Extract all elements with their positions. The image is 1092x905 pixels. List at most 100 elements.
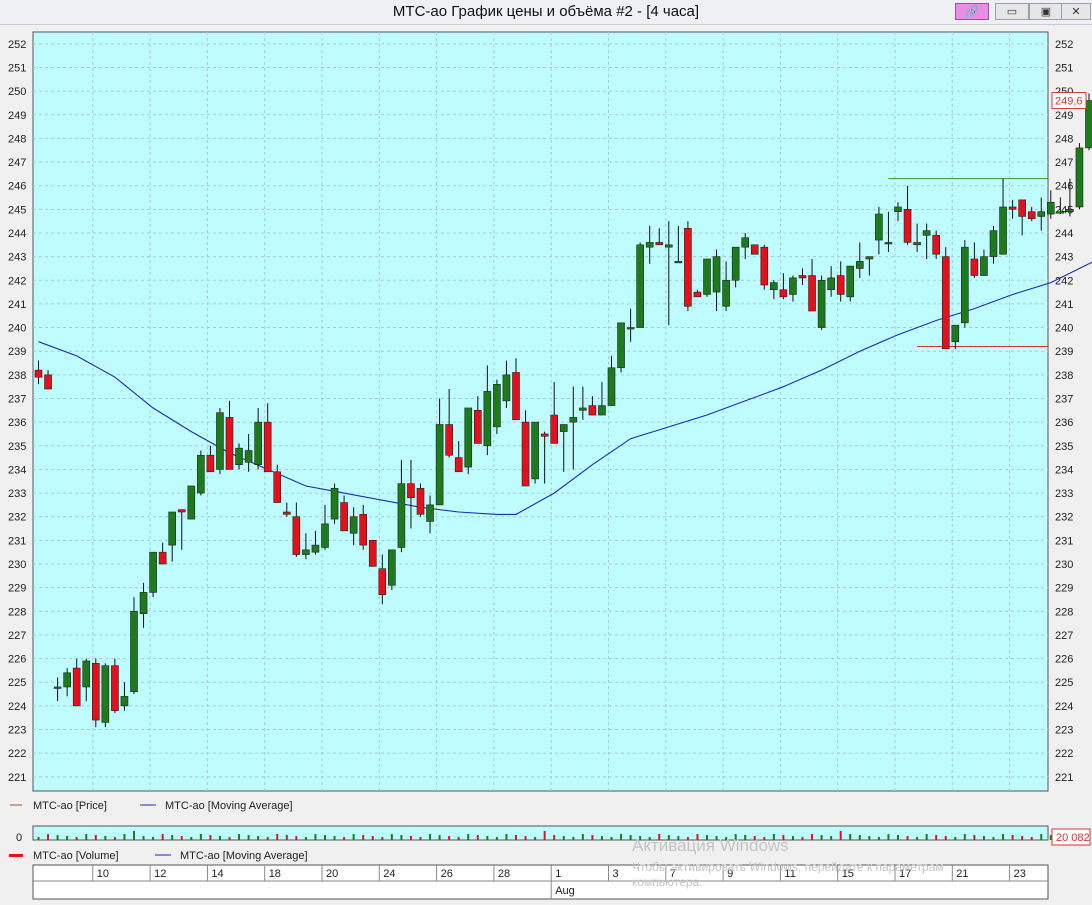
volume-bar [945, 836, 947, 840]
candle-body [436, 425, 443, 505]
volume-bar [591, 835, 593, 840]
candle-body [1047, 202, 1054, 214]
candle-body [847, 266, 854, 297]
volume-bar [907, 836, 909, 840]
y-tick-label-left: 226 [8, 654, 26, 666]
legend-swatch-volume [9, 854, 23, 857]
y-tick-label-left: 235 [8, 441, 26, 453]
volume-bar [840, 831, 842, 840]
candle-body [627, 328, 634, 330]
candle-body [178, 510, 185, 512]
volume-bar [544, 831, 546, 840]
y-tick-label-right: 248 [1055, 133, 1073, 145]
candle-body [140, 592, 147, 613]
volume-bar [76, 837, 78, 840]
volume-bar [123, 834, 125, 840]
candle-body [293, 517, 300, 555]
y-tick-label-left: 241 [8, 299, 26, 311]
month-label: Aug [555, 885, 575, 897]
link-icon: 🔗 [965, 5, 979, 18]
candle-body [1000, 207, 1007, 254]
y-tick-label-right: 231 [1055, 535, 1073, 547]
y-tick-label-left: 238 [8, 370, 26, 382]
y-tick-label-right: 239 [1055, 346, 1073, 358]
candle-body [1009, 207, 1016, 209]
window-titlebar[interactable]: МТС-ао График цены и объёма #2 - [4 часа… [0, 0, 1092, 25]
candle-body [980, 257, 987, 276]
volume-bar [400, 835, 402, 840]
price-volume-chart[interactable]: 2212212222222232232242242252252262262272… [0, 25, 1092, 900]
y-tick-label-left: 246 [8, 181, 26, 193]
volume-bar [334, 836, 336, 840]
candle-body [637, 245, 644, 328]
candle-body [713, 257, 720, 292]
candle-body [64, 673, 71, 687]
volume-bar [983, 836, 985, 840]
close-button[interactable]: ✕ [1061, 3, 1091, 20]
volume-bar [973, 835, 975, 840]
volume-bar [496, 837, 498, 840]
volume-bar [477, 835, 479, 840]
date-tick-label: 7 [670, 868, 676, 880]
candle-body [837, 276, 844, 295]
candle-body [446, 425, 453, 456]
volume-bar [859, 835, 861, 840]
candle-body [646, 242, 653, 247]
candle-body [551, 415, 558, 443]
y-tick-label-left: 237 [8, 393, 26, 405]
legend-volume-ma: МТС-ао [Moving Average] [180, 850, 308, 862]
date-tick-label: 28 [498, 868, 510, 880]
date-tick-label: 24 [383, 868, 395, 880]
candle-body [895, 207, 902, 212]
candle-body [312, 545, 319, 552]
date-tick-label: 12 [154, 868, 166, 880]
volume-bar [763, 837, 765, 840]
candle-body [885, 242, 892, 244]
date-tick-label: 21 [956, 868, 968, 880]
candle-body [532, 422, 539, 479]
volume-bar [276, 834, 278, 840]
y-tick-label-right: 234 [1055, 464, 1073, 476]
date-tick-label: 1 [555, 868, 561, 880]
volume-bar [821, 835, 823, 840]
volume-bar [916, 837, 918, 840]
y-tick-label-left: 247 [8, 157, 26, 169]
volume-bar [429, 834, 431, 840]
volume-bar [868, 836, 870, 840]
volume-bar [744, 835, 746, 840]
candle-body [541, 434, 548, 436]
candle-body [360, 514, 367, 545]
candle-body [608, 368, 615, 406]
candle-body [961, 247, 968, 323]
candle-body [990, 231, 997, 257]
volume-bar [209, 835, 211, 840]
volume-bar [716, 836, 718, 840]
candle-body [474, 410, 481, 443]
volume-bar [114, 837, 116, 840]
y-tick-label-right: 249 [1055, 110, 1073, 122]
candle-body [742, 238, 749, 247]
y-tick-label-left: 228 [8, 606, 26, 618]
y-tick-label-left: 223 [8, 725, 26, 737]
link-button[interactable]: 🔗 [955, 3, 989, 20]
candle-body [923, 231, 930, 236]
volume-bar [257, 836, 259, 840]
volume-bar [219, 836, 221, 840]
y-tick-label-right: 235 [1055, 441, 1073, 453]
candle-body [159, 552, 166, 564]
volume-bar [668, 835, 670, 840]
restore-button[interactable]: ▣ [1029, 3, 1063, 20]
y-tick-label-right: 246 [1055, 181, 1073, 193]
minimize-button[interactable]: ▭ [995, 3, 1029, 20]
y-tick-label-left: 252 [8, 39, 26, 51]
date-tick-label: 23 [1014, 868, 1026, 880]
volume-bar [601, 836, 603, 840]
candle-body [407, 484, 414, 498]
date-axis [33, 865, 1048, 899]
chart-area[interactable]: 2212212222222232232242242252252262262272… [0, 25, 1092, 900]
volume-bar [630, 835, 632, 840]
volume-bar [993, 837, 995, 840]
volume-bar [104, 836, 106, 840]
volume-bar [677, 836, 679, 840]
candle-body [942, 257, 949, 349]
